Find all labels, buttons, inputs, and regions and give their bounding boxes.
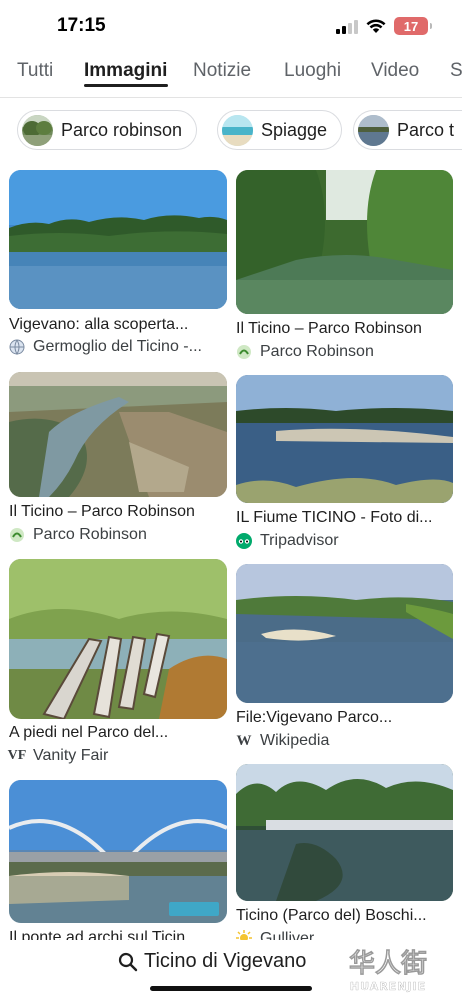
result-source[interactable]: Parco Robinson	[9, 526, 147, 544]
image-result[interactable]: IL Fiume TICINO - Foto di... Tripadvisor	[236, 375, 453, 555]
search-tabs: Tutti Immagini Notizie Luoghi Video S	[0, 52, 462, 98]
image-result[interactable]: Il Ticino – Parco Robinson Parco Robinso…	[236, 170, 453, 365]
result-thumbnail[interactable]	[9, 559, 227, 719]
result-thumbnail[interactable]	[236, 170, 453, 314]
signal-icon	[336, 19, 358, 34]
parco-robinson-favicon	[9, 527, 25, 543]
chip-parco-robinson[interactable]: Parco robinson	[17, 110, 198, 150]
gulliver-icon	[236, 930, 252, 940]
active-tab-indicator	[84, 84, 168, 87]
result-source-label: Parco Robinson	[33, 526, 147, 543]
tab-notizie[interactable]: Notizie	[193, 60, 251, 82]
watermark-logo: 华人街 HUARENJIE	[349, 948, 428, 993]
chip-thumbnail	[222, 114, 253, 146]
result-source-label: Wikipedia	[260, 732, 330, 749]
vanity-fair-icon: VF	[7, 748, 27, 763]
tab-luoghi[interactable]: Luoghi	[284, 60, 341, 82]
search-query-text: Ticino di Vigevano	[144, 950, 307, 972]
result-thumbnail[interactable]	[236, 564, 453, 703]
wifi-icon	[366, 19, 386, 33]
tab-tutti[interactable]: Tutti	[17, 60, 53, 82]
tab-video[interactable]: Video	[371, 60, 419, 82]
chip-parco-ticino[interactable]: Parco t	[353, 110, 462, 150]
result-thumbnail[interactable]	[9, 170, 227, 309]
tripadvisor-icon	[236, 533, 252, 549]
result-thumbnail[interactable]	[236, 764, 453, 901]
result-source-label: Gulliver	[260, 930, 315, 940]
result-source[interactable]: W Wikipedia	[236, 732, 330, 750]
tab-immagini[interactable]: Immagini	[84, 60, 167, 82]
filter-chips: Parco robinson Spiagge Parco t	[0, 110, 462, 154]
result-title[interactable]: Il ponte ad archi sul Ticin...	[9, 929, 227, 940]
image-result[interactable]: Ticino (Parco del) Boschi... Gulliver	[236, 764, 453, 940]
result-thumbnail[interactable]	[9, 372, 227, 497]
chip-thumbnail	[358, 114, 389, 146]
chip-label: Parco robinson	[61, 119, 183, 140]
result-source-label: Vanity Fair	[33, 747, 109, 764]
parco-robinson-favicon	[236, 344, 252, 360]
result-source[interactable]: VF Vanity Fair	[7, 747, 109, 765]
globe-icon	[9, 339, 25, 355]
result-thumbnail[interactable]	[9, 780, 227, 923]
result-title[interactable]: Il Ticino – Parco Robinson	[236, 320, 453, 338]
chip-label: Parco t	[397, 119, 455, 140]
query-search-pill[interactable]: Ticino di Vigevano	[118, 950, 306, 973]
result-source-label: Germoglio del Ticino -...	[33, 338, 202, 355]
image-result[interactable]: File:Vigevano Parco... W Wikipedia	[236, 564, 453, 754]
result-source[interactable]: Gulliver	[236, 930, 314, 940]
watermark-subtext: HUARENJIE	[350, 980, 426, 993]
image-result[interactable]: Il ponte ad archi sul Ticin...	[9, 780, 227, 940]
search-icon	[118, 952, 138, 971]
result-title[interactable]: Il Ticino – Parco Robinson	[9, 503, 227, 521]
status-icons: 17	[336, 17, 432, 35]
result-title[interactable]: IL Fiume TICINO - Foto di...	[236, 509, 453, 527]
result-source-label: Tripadvisor	[260, 532, 339, 549]
chip-spiagge[interactable]: Spiagge	[217, 110, 343, 150]
wikipedia-icon: W	[236, 732, 252, 749]
image-result[interactable]: A piedi nel Parco del... VF Vanity Fair	[7, 559, 227, 769]
result-title[interactable]: Vigevano: alla scoperta...	[9, 316, 227, 334]
chip-thumbnail	[22, 114, 53, 146]
image-result[interactable]: Il Ticino – Parco Robinson Parco Robinso…	[9, 372, 227, 552]
result-thumbnail[interactable]	[236, 375, 453, 503]
home-indicator[interactable]	[150, 986, 312, 991]
status-time: 17:15	[57, 15, 106, 36]
battery-icon: 17	[394, 17, 432, 35]
result-source[interactable]: Parco Robinson	[236, 343, 374, 361]
result-source[interactable]: Tripadvisor	[236, 532, 339, 550]
image-result[interactable]: Vigevano: alla scoperta... Germoglio del…	[9, 170, 227, 360]
tab-shopping[interactable]: S	[450, 60, 462, 82]
result-source-label: Parco Robinson	[260, 343, 374, 360]
result-source[interactable]: Germoglio del Ticino -...	[9, 338, 202, 356]
result-title[interactable]: A piedi nel Parco del...	[9, 724, 227, 742]
result-title[interactable]: File:Vigevano Parco...	[236, 709, 453, 727]
result-title[interactable]: Ticino (Parco del) Boschi...	[236, 907, 453, 925]
chip-label: Spiagge	[261, 119, 328, 140]
watermark-text: 华人街	[349, 948, 427, 979]
status-bar: 17:15 17	[0, 0, 462, 52]
